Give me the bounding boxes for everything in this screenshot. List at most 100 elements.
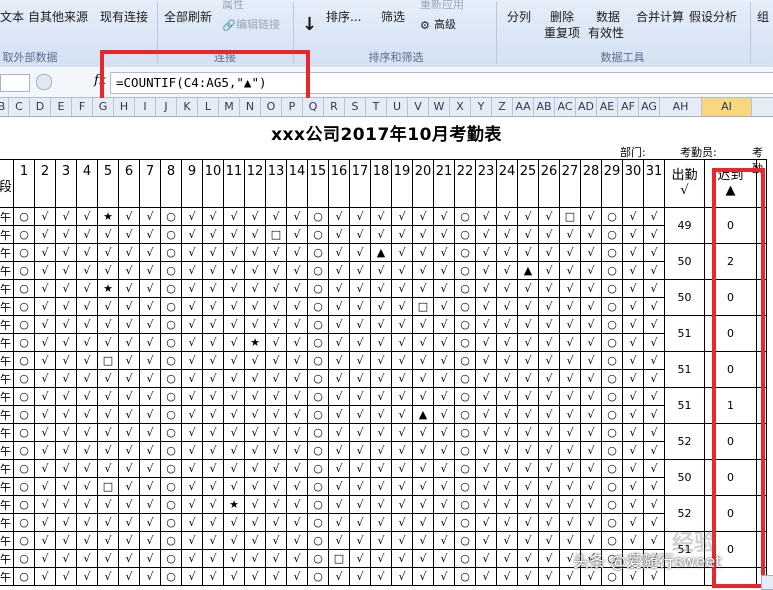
day-cell[interactable]: √ [328, 513, 350, 532]
day-cell[interactable]: √ [349, 225, 371, 244]
day-cell[interactable]: √ [538, 261, 560, 280]
day-cell[interactable]: √ [286, 549, 308, 568]
day-cell[interactable]: √ [349, 297, 371, 316]
day-cell[interactable]: √ [34, 369, 56, 388]
day-cell[interactable]: √ [286, 405, 308, 424]
day-cell[interactable]: ○ [307, 207, 329, 226]
day-cell[interactable]: √ [223, 513, 245, 532]
day-cell[interactable]: ○ [454, 423, 476, 442]
day-cell[interactable]: √ [34, 333, 56, 352]
day-cell[interactable]: √ [391, 495, 413, 514]
day-cell[interactable]: √ [118, 225, 140, 244]
day-cell[interactable]: √ [475, 225, 497, 244]
day-cell[interactable]: √ [55, 351, 77, 370]
day-cell[interactable]: √ [76, 459, 98, 478]
day-cell[interactable]: ○ [454, 279, 476, 298]
day-cell[interactable]: ○ [307, 495, 329, 514]
day-cell[interactable]: √ [202, 369, 224, 388]
day-cell[interactable]: ○ [601, 225, 623, 244]
day-cell[interactable]: √ [475, 243, 497, 262]
period-cell[interactable]: 午 [0, 333, 14, 352]
day-cell[interactable]: ○ [13, 549, 35, 568]
day-cell[interactable]: √ [370, 513, 392, 532]
day-cell[interactable]: √ [391, 279, 413, 298]
day-cell[interactable]: √ [55, 279, 77, 298]
column-header-m[interactable]: M [219, 98, 240, 116]
day-cell[interactable]: ○ [307, 315, 329, 334]
day-cell[interactable]: √ [580, 333, 602, 352]
day-cell[interactable]: √ [202, 531, 224, 550]
day-cell[interactable]: √ [202, 225, 224, 244]
day-cell[interactable]: √ [328, 477, 350, 496]
day-cell[interactable]: √ [433, 279, 455, 298]
day-cell[interactable]: ○ [307, 459, 329, 478]
day-cell[interactable]: √ [55, 423, 77, 442]
day-cell[interactable]: √ [643, 351, 665, 370]
day-cell[interactable]: √ [139, 423, 161, 442]
day-cell[interactable]: √ [349, 207, 371, 226]
day-cell[interactable]: √ [244, 243, 266, 262]
day-cell[interactable]: √ [223, 297, 245, 316]
column-header-g[interactable]: G [93, 98, 114, 116]
day-cell[interactable]: √ [349, 279, 371, 298]
day-cell[interactable]: ○ [307, 423, 329, 442]
day-cell[interactable]: √ [538, 225, 560, 244]
day-cell[interactable]: √ [412, 351, 434, 370]
day-cell[interactable]: √ [580, 405, 602, 424]
day-cell[interactable]: √ [391, 513, 413, 532]
day-cell[interactable]: √ [412, 531, 434, 550]
day-cell[interactable]: √ [391, 531, 413, 550]
day-cell[interactable]: √ [55, 333, 77, 352]
day-cell[interactable]: ○ [454, 243, 476, 262]
day-cell[interactable]: √ [496, 387, 518, 406]
day-cell[interactable]: √ [580, 459, 602, 478]
day-cell[interactable]: √ [496, 405, 518, 424]
day-cell[interactable]: √ [622, 297, 644, 316]
name-box[interactable] [0, 74, 30, 92]
day-cell[interactable]: ★ [244, 333, 266, 352]
day-cell[interactable]: √ [370, 369, 392, 388]
day-cell[interactable]: √ [538, 333, 560, 352]
attendance-count-cell[interactable]: 52 [664, 423, 705, 460]
from-other-sources-button[interactable]: 自其他来源 [28, 8, 88, 25]
day-cell[interactable]: ○ [601, 477, 623, 496]
column-header-x[interactable]: X [450, 98, 471, 116]
day-cell[interactable]: √ [580, 315, 602, 334]
day-cell[interactable]: √ [475, 261, 497, 280]
day-cell[interactable]: √ [643, 261, 665, 280]
day-cell[interactable]: √ [97, 315, 119, 334]
day-cell[interactable]: √ [580, 297, 602, 316]
day-cell[interactable]: √ [244, 387, 266, 406]
day-cell[interactable]: √ [34, 297, 56, 316]
day-cell[interactable]: √ [496, 369, 518, 388]
period-cell[interactable]: 午 [0, 315, 14, 334]
day-cell[interactable]: √ [517, 531, 539, 550]
day-cell[interactable]: ○ [601, 297, 623, 316]
day-cell[interactable]: √ [391, 441, 413, 460]
day-cell[interactable]: √ [244, 441, 266, 460]
day-cell[interactable]: ○ [307, 531, 329, 550]
day-cell[interactable]: √ [622, 495, 644, 514]
day-cell[interactable]: √ [76, 477, 98, 496]
column-header-q[interactable]: Q [303, 98, 324, 116]
day-cell[interactable]: √ [349, 351, 371, 370]
day-cell[interactable]: √ [622, 315, 644, 334]
day-cell[interactable]: √ [391, 225, 413, 244]
day-cell[interactable]: √ [34, 477, 56, 496]
day-cell[interactable]: √ [55, 207, 77, 226]
day-cell[interactable]: √ [517, 477, 539, 496]
day-cell[interactable]: √ [181, 387, 203, 406]
day-cell[interactable]: ○ [160, 513, 182, 532]
day-cell[interactable]: √ [286, 477, 308, 496]
day-cell[interactable]: √ [517, 549, 539, 568]
day-cell[interactable]: ○ [601, 351, 623, 370]
day-cell[interactable]: √ [97, 405, 119, 424]
day-cell[interactable]: √ [391, 207, 413, 226]
day-cell[interactable]: √ [538, 495, 560, 514]
day-cell[interactable]: √ [349, 423, 371, 442]
day-cell[interactable]: √ [34, 243, 56, 262]
day-cell[interactable]: √ [559, 261, 581, 280]
day-cell[interactable]: √ [412, 423, 434, 442]
day-cell[interactable]: √ [370, 315, 392, 334]
day-cell[interactable]: √ [622, 513, 644, 532]
